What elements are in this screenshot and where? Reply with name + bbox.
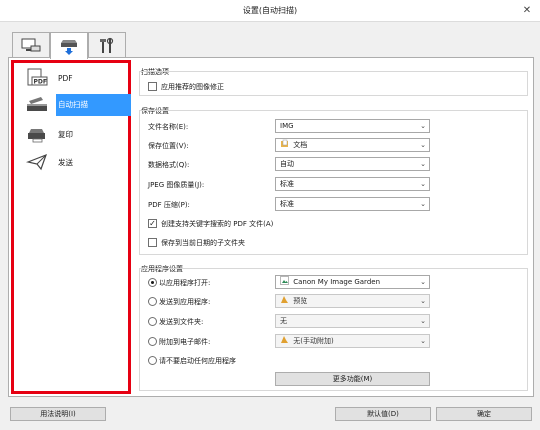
apply-correction-label: 应用推荐的图像修正 bbox=[161, 83, 224, 91]
send-to-app-dropdown[interactable]: 预览 ⌄ bbox=[275, 294, 430, 308]
searchable-pdf-label: 创建支持关键字搜索的 PDF 文件(A) bbox=[161, 220, 274, 228]
data-format-label: 数据格式(Q): bbox=[148, 161, 190, 169]
chevron-down-icon: ⌄ bbox=[420, 337, 426, 345]
scanner-panel-icon bbox=[61, 40, 77, 55]
send-to-folder-dropdown[interactable]: 无 ⌄ bbox=[275, 314, 430, 328]
defaults-button[interactable]: 默认值(D) bbox=[335, 407, 431, 421]
file-name-label: 文件名称(E): bbox=[148, 123, 189, 131]
copy-icon bbox=[24, 123, 50, 145]
no-app-label: 请不要启动任何应用程序 bbox=[159, 357, 236, 365]
scan-type-list: PDF PDF 自动扫描 复印 发送 bbox=[11, 60, 131, 394]
send-to-app-radio[interactable] bbox=[148, 297, 157, 306]
sidebar-item-label: 自动扫描 bbox=[56, 94, 131, 116]
save-in-label: 保存位置(V): bbox=[148, 142, 189, 150]
send-to-app-value: 预览 bbox=[293, 297, 308, 305]
jpeg-quality-label: JPEG 图像质量(J): bbox=[148, 181, 205, 189]
open-with-radio[interactable] bbox=[148, 278, 157, 287]
jpeg-quality-value: 标准 bbox=[280, 180, 294, 188]
send-to-folder-label: 发送到文件夹: bbox=[159, 318, 204, 326]
attach-email-radio[interactable] bbox=[148, 337, 157, 346]
chevron-down-icon: ⌄ bbox=[420, 141, 426, 149]
title-bar: 设置(自动扫描) ✕ bbox=[0, 0, 540, 22]
save-in-value: 文档 bbox=[293, 141, 308, 149]
data-format-dropdown[interactable]: 自动 ⌄ bbox=[275, 157, 430, 171]
documents-folder-icon bbox=[281, 139, 288, 147]
sidebar-item-label: 复印 bbox=[58, 129, 73, 139]
open-with-dropdown[interactable]: Canon My Image Garden ⌄ bbox=[275, 275, 430, 289]
pdf-compression-dropdown[interactable]: 标准 ⌄ bbox=[275, 197, 430, 211]
send-to-folder-radio[interactable] bbox=[148, 317, 157, 326]
data-format-value: 自动 bbox=[280, 160, 294, 168]
scanner-icon bbox=[24, 94, 50, 116]
attach-email-dropdown[interactable]: 无(手动附加) ⌄ bbox=[275, 334, 430, 348]
svg-text:PDF: PDF bbox=[34, 79, 47, 86]
tab-scan-from-operation-panel[interactable] bbox=[50, 32, 88, 59]
chevron-down-icon: ⌄ bbox=[420, 200, 426, 208]
apply-correction-checkbox[interactable] bbox=[148, 82, 157, 91]
close-icon[interactable]: ✕ bbox=[520, 4, 534, 18]
sidebar-item-auto-scan[interactable]: 自动扫描 bbox=[24, 94, 131, 116]
jpeg-quality-dropdown[interactable]: 标准 ⌄ bbox=[275, 177, 430, 191]
sidebar-item-copy[interactable]: 复印 bbox=[24, 123, 131, 145]
sidebar-item-send[interactable]: 发送 bbox=[24, 151, 131, 173]
ok-button[interactable]: 确定 bbox=[436, 407, 532, 421]
attach-email-value: 无(手动附加) bbox=[293, 337, 334, 345]
chevron-down-icon: ⌄ bbox=[420, 317, 426, 325]
send-to-folder-value: 无 bbox=[280, 317, 287, 325]
more-functions-button[interactable]: 更多功能(M) bbox=[275, 372, 430, 386]
open-with-label: 以应用程序打开: bbox=[159, 279, 211, 287]
tab-scan-from-computer[interactable] bbox=[12, 32, 50, 58]
sidebar-item-label: PDF bbox=[58, 73, 73, 83]
searchable-pdf-checkbox[interactable]: ✓ bbox=[148, 219, 157, 228]
chevron-down-icon: ⌄ bbox=[420, 160, 426, 168]
help-button[interactable]: 用法说明(I) bbox=[10, 407, 106, 421]
sidebar-item-label: 发送 bbox=[58, 157, 73, 167]
chevron-down-icon: ⌄ bbox=[420, 180, 426, 188]
tools-icon bbox=[100, 37, 114, 53]
open-with-value: Canon My Image Garden bbox=[293, 278, 381, 286]
no-app-radio[interactable] bbox=[148, 356, 157, 365]
pdf-icon: PDF bbox=[24, 67, 50, 89]
file-name-dropdown[interactable]: IMG ⌄ bbox=[275, 119, 430, 133]
preview-app-icon bbox=[281, 296, 288, 303]
chevron-down-icon: ⌄ bbox=[420, 122, 426, 130]
send-icon bbox=[24, 151, 50, 173]
sidebar-item-pdf[interactable]: PDF PDF bbox=[24, 67, 131, 89]
chevron-down-icon: ⌄ bbox=[420, 297, 426, 305]
window-title: 设置(自动扫描) bbox=[242, 6, 298, 15]
subfolder-label: 保存到当前日期的子文件夹 bbox=[161, 239, 245, 247]
my-image-garden-icon bbox=[280, 276, 289, 285]
tab-general-settings[interactable] bbox=[88, 32, 126, 58]
pdf-compression-label: PDF 压缩(P): bbox=[148, 201, 190, 209]
subfolder-checkbox[interactable] bbox=[148, 238, 157, 247]
email-attach-icon bbox=[281, 336, 288, 343]
chevron-down-icon: ⌄ bbox=[420, 278, 426, 286]
computer-scan-icon bbox=[21, 38, 41, 51]
save-in-dropdown[interactable]: 文档 ⌄ bbox=[275, 138, 430, 152]
attach-email-label: 附加到电子邮件: bbox=[159, 338, 211, 346]
file-name-value: IMG bbox=[280, 122, 294, 130]
send-to-app-label: 发送到应用程序: bbox=[159, 298, 211, 306]
pdf-compression-value: 标准 bbox=[280, 200, 294, 208]
